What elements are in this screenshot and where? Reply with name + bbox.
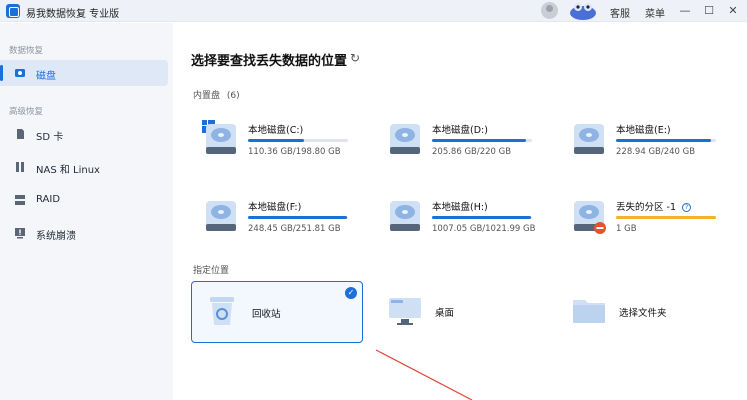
location-select-folder[interactable]: 选择文件夹	[559, 281, 731, 343]
drive-size: 248.45 GB/251.81 GB	[248, 224, 341, 234]
drive-size: 110.36 GB/198.80 GB	[248, 147, 341, 157]
sidebar-item-system-crash[interactable]: 系统崩溃	[0, 220, 168, 246]
sidebar-item-sd-card[interactable]: SD 卡	[0, 121, 168, 147]
mascot-icon[interactable]	[568, 1, 598, 21]
drive-usage-fill	[432, 216, 531, 219]
help-icon[interactable]: ?	[682, 203, 692, 212]
system-crash-icon	[15, 228, 25, 239]
drive-size: 1007.05 GB/1021.99 GB	[432, 224, 536, 234]
support-button[interactable]: 客服	[610, 5, 630, 20]
sidebar-item-disk[interactable]: 磁盘	[0, 60, 168, 86]
sidebar-item-label: RAID	[36, 194, 61, 205]
internal-drives-title: 内置盘	[193, 91, 221, 101]
sidebar-item-label: 系统崩溃	[36, 231, 76, 242]
drive-name: 丢失的分区 -1 ?	[616, 199, 692, 213]
drive-usage-bar	[432, 139, 532, 142]
sidebar-item-label: 磁盘	[36, 71, 56, 82]
app-logo-icon	[6, 4, 20, 18]
drive-card-lost-partition[interactable]: 丢失的分区 -1 ? 1 GB	[570, 197, 747, 257]
lost-partition-icon	[574, 201, 606, 234]
disk-icon	[15, 69, 25, 77]
drive-usage-bar	[616, 139, 716, 142]
sidebar-section-advanced-recovery: 高级恢复	[9, 107, 44, 117]
drive-name: 本地磁盘(H:)	[432, 202, 488, 213]
drive-icon	[390, 124, 420, 154]
minimize-button[interactable]: —	[677, 3, 693, 19]
drive-icon	[574, 124, 604, 154]
drive-usage-fill	[432, 139, 526, 142]
windows-drive-icon	[202, 120, 236, 154]
desktop-icon	[389, 298, 421, 325]
drive-name: 本地磁盘(F:)	[248, 202, 302, 213]
menu-button[interactable]: 菜单	[645, 5, 665, 20]
drive-usage-fill	[616, 216, 716, 219]
location-name: 选择文件夹	[619, 308, 667, 319]
raid-icon	[15, 195, 25, 205]
internal-drives-label: 内置盘 (6)	[193, 88, 240, 101]
recycle-bin-icon	[210, 297, 234, 325]
app-title: 易我数据恢复 专业版	[26, 9, 120, 20]
location-desktop[interactable]: 桌面	[375, 281, 547, 343]
specified-location-label: 指定位置	[193, 266, 230, 276]
main-panel: 选择要查找丢失数据的位置 ↻ 内置盘 (6) 本地磁盘(C:) 110.36 G…	[174, 23, 747, 400]
selected-check-icon: ✓	[345, 287, 357, 299]
drive-usage-bar	[616, 216, 716, 219]
drive-card-c[interactable]: 本地磁盘(C:) 110.36 GB/198.80 GB	[202, 120, 382, 180]
drive-card-d[interactable]: 本地磁盘(D:) 205.86 GB/220 GB	[386, 120, 566, 180]
drive-icon	[206, 201, 236, 231]
drive-size: 205.86 GB/220 GB	[432, 147, 512, 157]
internal-drives-count: (6)	[226, 91, 240, 101]
drive-usage-bar	[248, 216, 348, 219]
drive-card-h[interactable]: 本地磁盘(H:) 1007.05 GB/1021.99 GB	[386, 197, 566, 257]
sidebar-item-label: NAS 和 Linux	[36, 165, 100, 176]
sidebar-item-nas-linux[interactable]: NAS 和 Linux	[0, 154, 168, 180]
active-indicator	[0, 65, 3, 81]
sidebar-item-label: SD 卡	[36, 132, 64, 143]
page-title: 选择要查找丢失数据的位置	[191, 54, 348, 69]
drive-usage-bar	[248, 139, 348, 142]
lost-partition-name: 丢失的分区 -1	[616, 202, 676, 213]
folder-icon	[573, 300, 605, 323]
drive-name: 本地磁盘(C:)	[248, 125, 304, 136]
drive-name: 本地磁盘(E:)	[616, 125, 671, 136]
location-name: 回收站	[252, 309, 281, 320]
sidebar-item-raid[interactable]: RAID	[0, 187, 168, 213]
drive-name: 本地磁盘(D:)	[432, 125, 488, 136]
nas-icon	[16, 162, 24, 172]
sidebar-section-data-recovery: 数据恢复	[9, 46, 44, 56]
drive-usage-fill	[248, 139, 304, 142]
sd-card-icon	[17, 129, 24, 139]
drive-icon	[390, 201, 420, 231]
refresh-icon[interactable]: ↻	[350, 51, 360, 65]
sidebar: 数据恢复 磁盘 高级恢复 SD 卡 NAS 和 Linux RAID 系统崩溃	[0, 23, 173, 400]
drive-size: 1 GB	[616, 224, 637, 234]
drive-usage-bar	[432, 216, 532, 219]
drive-size: 228.94 GB/240 GB	[616, 147, 696, 157]
drive-card-e[interactable]: 本地磁盘(E:) 228.94 GB/240 GB	[570, 120, 747, 180]
drive-usage-fill	[248, 216, 347, 219]
annotation-arrow	[375, 349, 473, 400]
location-recycle-bin[interactable]: 回收站 ✓	[191, 281, 363, 343]
user-avatar[interactable]	[541, 2, 558, 19]
drive-card-f[interactable]: 本地磁盘(F:) 248.45 GB/251.81 GB	[202, 197, 382, 257]
drive-usage-fill	[616, 139, 712, 142]
maximize-button[interactable]: ☐	[701, 3, 717, 19]
title-bar: 易我数据恢复 专业版 客服 菜单 — ☐ ✕	[0, 0, 747, 22]
location-name: 桌面	[435, 308, 455, 319]
close-button[interactable]: ✕	[725, 3, 741, 19]
